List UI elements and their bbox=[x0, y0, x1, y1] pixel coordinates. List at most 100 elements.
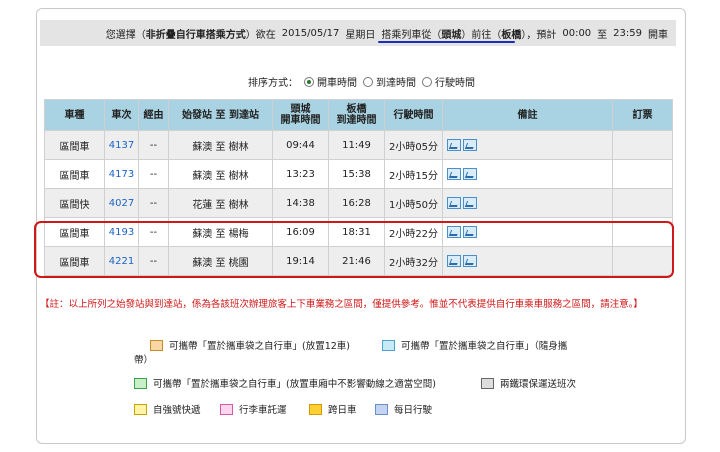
bike-bag-icon bbox=[463, 168, 477, 180]
cell-type: 區間車 bbox=[44, 130, 105, 160]
legend-label: 可攜帶「置於攜車袋之自行車」(放置車廂中不影響動線之適當空間) bbox=[153, 379, 436, 390]
sort-radio-arrive[interactable] bbox=[363, 76, 373, 87]
summary-to-word: 至 bbox=[597, 29, 608, 41]
legend-label: 自強號快遞 bbox=[153, 405, 201, 416]
legend-bike-bag-space: 可攜帶「置於攜車袋之自行車」(放置車廂中不影響動線之適當空間) bbox=[134, 376, 436, 390]
cell-booking bbox=[612, 188, 673, 218]
cell-duration: 2小時15分 bbox=[384, 159, 443, 189]
legend-tze-chiang: 自強號快遞 bbox=[134, 402, 201, 416]
bike-bag-blue-icon bbox=[382, 339, 395, 351]
bike-bag-icon bbox=[447, 197, 461, 209]
summary-start-time: 00:00 bbox=[562, 27, 592, 39]
cell-remarks bbox=[442, 159, 613, 189]
table-header-row: 車種 車次 經由 始發站 至 到達站 頭城 開車時間 板橋 到達時間 行駛時間 備註… bbox=[44, 99, 673, 131]
summary-weekday: 星期日 bbox=[345, 29, 376, 41]
cell-duration: 2小時32分 bbox=[384, 246, 443, 276]
cell-remarks bbox=[442, 188, 613, 218]
sort-option-depart[interactable]: 開車時間 bbox=[317, 74, 357, 89]
bike-bag-icon bbox=[447, 139, 461, 151]
train-number-link[interactable]: 4137 bbox=[104, 130, 139, 160]
cell-booking bbox=[612, 159, 673, 189]
cell-duration: 2小時22分 bbox=[384, 217, 443, 247]
arrive-station: 板橋 bbox=[346, 104, 367, 115]
summary-date: 2015/05/17 bbox=[281, 27, 340, 39]
summary-end-time: 23:59 bbox=[613, 27, 642, 39]
col-header-via: 經由 bbox=[138, 99, 169, 131]
cell-remarks bbox=[442, 246, 613, 276]
table-row: 區間車 4137 -- 蘇澳 至 樹林 09:44 11:49 2小時05分 bbox=[44, 130, 673, 160]
legend-label: 每日行駛 bbox=[394, 405, 433, 416]
summary-expect: ），預計 bbox=[521, 29, 557, 41]
cell-remarks bbox=[442, 217, 613, 247]
train-number-link[interactable]: 4027 bbox=[104, 188, 139, 218]
cell-booking bbox=[612, 130, 673, 160]
sort-radio-duration[interactable] bbox=[422, 76, 432, 87]
cell-arrive: 18:31 bbox=[328, 217, 385, 247]
bike-bag-orange-icon bbox=[150, 339, 163, 351]
cell-depart: 13:23 bbox=[272, 159, 329, 189]
legend-daily: 每日行駛 bbox=[375, 402, 432, 416]
col-header-train-no: 車次 bbox=[104, 99, 139, 131]
col-header-remarks: 備註 bbox=[442, 99, 613, 131]
bike-bag-icon bbox=[463, 139, 477, 151]
depart-station: 頭城 bbox=[290, 104, 311, 115]
sort-option-duration[interactable]: 行駛時間 bbox=[435, 74, 475, 89]
sort-radio-depart[interactable] bbox=[304, 76, 314, 87]
cell-depart: 16:09 bbox=[272, 217, 329, 247]
cell-duration: 2小時05分 bbox=[384, 130, 443, 160]
cell-depart: 09:44 bbox=[272, 130, 329, 160]
cell-depart: 14:38 bbox=[272, 188, 329, 218]
sort-option-arrive[interactable]: 到達時間 bbox=[376, 74, 416, 89]
cell-arrive: 11:49 bbox=[328, 130, 385, 160]
sort-options: 排序方式： 開車時間 到達時間 行駛時間 bbox=[248, 74, 475, 89]
cell-arrive: 15:38 bbox=[328, 159, 385, 189]
depart-time-label: 開車時間 bbox=[280, 115, 321, 126]
luggage-icon bbox=[220, 403, 233, 415]
col-header-type: 車種 bbox=[44, 99, 105, 131]
summary-prefix: 您選擇（ bbox=[105, 29, 146, 41]
cell-type: 區間車 bbox=[44, 217, 105, 247]
legend-holiday: 跨日車 bbox=[309, 402, 357, 416]
train-number-link[interactable]: 4173 bbox=[104, 159, 139, 189]
legend-label: 帶） bbox=[134, 355, 154, 366]
cell-arrive: 16:28 bbox=[328, 188, 385, 218]
table-row: 區間車 4193 -- 蘇澳 至 楊梅 16:09 18:31 2小時22分 bbox=[44, 217, 673, 247]
cell-via: -- bbox=[138, 188, 169, 218]
disclaimer-note: 【註：以上所列之始發站與到達站，係為各該班次辦理旅客上下車業務之區間，僅提供參考… bbox=[40, 299, 643, 310]
legend-label: 跨日車 bbox=[328, 405, 357, 416]
legend-label: 可攜帶「置於攜車袋之自行車」（隨身攜 bbox=[401, 341, 568, 352]
cell-type: 區間快 bbox=[44, 188, 105, 218]
train-number-link[interactable]: 4193 bbox=[104, 217, 139, 247]
moon-icon bbox=[309, 403, 322, 415]
legend-label: 可攜帶「置於攜車袋之自行車」(放置12車) bbox=[169, 341, 351, 352]
cell-booking bbox=[612, 246, 673, 276]
cell-via: -- bbox=[138, 246, 169, 276]
table-row: 區間快 4027 -- 花蓮 至 樹林 14:38 16:28 1小時50分 bbox=[44, 188, 673, 218]
cell-route: 蘇澳 至 樹林 bbox=[168, 130, 273, 160]
legend-bike-bag-carry: 可攜帶「置於攜車袋之自行車」（隨身攜 bbox=[382, 338, 567, 352]
timetable: 車種 車次 經由 始發站 至 到達站 頭城 開車時間 板橋 到達時間 行駛時間 備註… bbox=[44, 99, 673, 276]
cell-type: 區間車 bbox=[44, 246, 105, 276]
cell-type: 區間車 bbox=[44, 159, 105, 189]
summary-from-station: 頭城 bbox=[441, 29, 462, 41]
daily-icon bbox=[375, 403, 388, 415]
summary-mode: 非折疊自行車搭乘方式 bbox=[145, 29, 246, 41]
arrive-time-label: 到達時間 bbox=[336, 115, 377, 126]
summary-from-label: 搭乘列車從（ bbox=[381, 29, 442, 41]
legend-two-way: 兩鐵環保運送班次 bbox=[481, 376, 576, 390]
cell-duration: 1小時50分 bbox=[384, 188, 443, 218]
col-header-route: 始發站 至 到達站 bbox=[168, 99, 273, 131]
route-underline-annotation bbox=[378, 41, 515, 43]
bike-bag-icon bbox=[463, 255, 477, 267]
cell-route: 花蓮 至 樹林 bbox=[168, 188, 273, 218]
col-header-depart: 頭城 開車時間 bbox=[272, 99, 329, 131]
cell-booking bbox=[612, 217, 673, 247]
col-header-booking: 訂票 bbox=[612, 99, 673, 131]
train-number-link[interactable]: 4221 bbox=[104, 246, 139, 276]
bike-bag-icon bbox=[463, 226, 477, 238]
bike-bag-icon bbox=[447, 226, 461, 238]
cell-arrive: 21:46 bbox=[328, 246, 385, 276]
legend-label: 兩鐵環保運送班次 bbox=[500, 379, 577, 390]
cell-depart: 19:14 bbox=[272, 246, 329, 276]
summary-to-label: ）前往（ bbox=[461, 29, 502, 41]
